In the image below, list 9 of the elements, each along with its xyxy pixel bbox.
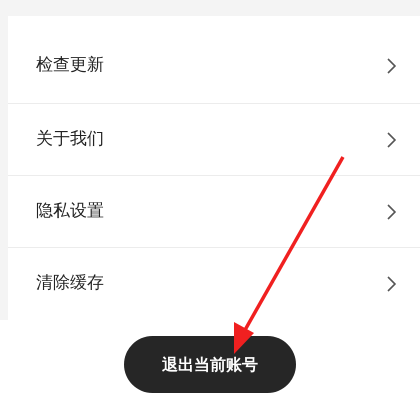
item-label: 隐私设置 (36, 200, 104, 223)
settings-item[interactable]: 关于我们 (8, 104, 420, 176)
settings-item[interactable]: 检查更新 (8, 16, 420, 104)
item-label: 检查更新 (36, 54, 104, 77)
item-label: 清除缓存 (36, 272, 104, 296)
logout-button[interactable]: 退出当前账号 (124, 336, 296, 393)
settings-item[interactable]: 隐私设置 (8, 176, 420, 248)
item-label: 关于我们 (36, 128, 104, 151)
settings-item[interactable]: 清除缓存 (8, 248, 420, 320)
